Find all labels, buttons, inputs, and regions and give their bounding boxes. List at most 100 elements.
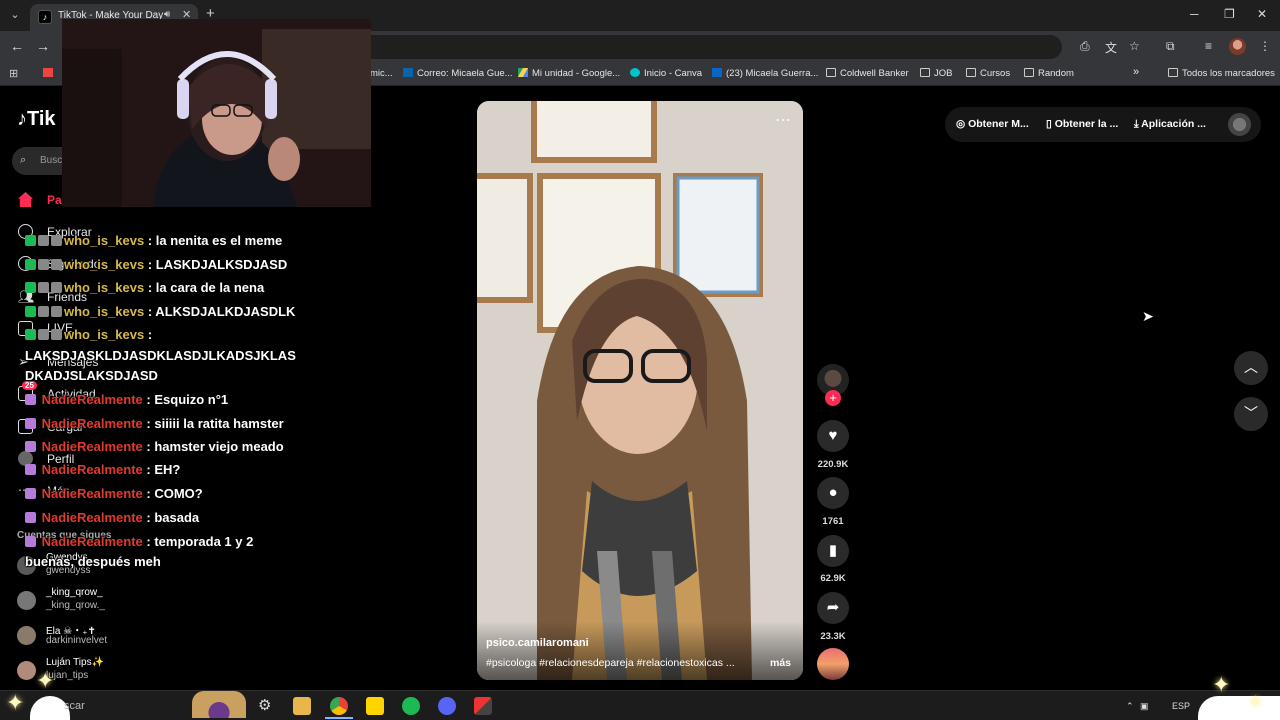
share-button[interactable]: ➦ — [817, 592, 849, 624]
like-button[interactable]: ♥ — [817, 420, 849, 452]
bookmark-item[interactable]: mic... — [370, 68, 393, 79]
bookmarks-overflow-button[interactable]: » — [1133, 66, 1139, 78]
tiktok-icon: ♪ — [38, 10, 52, 24]
search-placeholder: Busc — [40, 155, 63, 166]
bookmark-folder[interactable]: Coldwell Banker — [826, 68, 909, 79]
subscriber-badge-icon — [25, 418, 36, 429]
outlook-icon — [403, 68, 413, 77]
checkmark-icon — [25, 306, 36, 317]
tiktok-logo[interactable]: ♪Tik — [17, 108, 56, 131]
bookmark-folder[interactable]: JOB — [920, 68, 952, 79]
obs-icon[interactable] — [474, 697, 492, 715]
checkmark-icon — [25, 282, 36, 293]
video-frame — [477, 101, 803, 680]
chrome-icon[interactable] — [330, 697, 348, 715]
bookmark-folder[interactable]: Cursos — [966, 68, 1010, 79]
sparkle-icon: ✦ — [6, 690, 25, 715]
avatar[interactable] — [17, 591, 36, 610]
bookmark-item[interactable]: (23) Micaela Guerra... — [712, 68, 818, 79]
phone-icon: ▯ — [1046, 118, 1055, 130]
kebab-menu-icon[interactable]: ⋮ — [1259, 39, 1271, 53]
webcam-image — [62, 19, 371, 207]
chat-message: NadieRealmente : COMO? — [25, 486, 203, 501]
apps-grid-icon[interactable]: ⊞ — [9, 67, 18, 80]
bookmark-item[interactable]: Inicio - Canva — [630, 68, 702, 79]
install-app-icon[interactable]: ⎙ — [1080, 39, 1090, 54]
all-bookmarks-folder[interactable]: Todos los marcadores — [1168, 68, 1275, 79]
clapperboard-icon — [51, 235, 62, 246]
following-name[interactable]: Luján Tips✨ — [46, 657, 104, 668]
translate-icon[interactable]: 文 — [1105, 39, 1117, 56]
nav-home[interactable]: Pa — [47, 193, 62, 207]
chat-message: NadieRealmente : EH? — [25, 462, 180, 477]
folder-icon — [1168, 68, 1178, 77]
mouse-cursor-icon: ➤ — [1142, 308, 1154, 324]
discord-icon[interactable] — [438, 697, 456, 715]
taskbar-search[interactable]: scar — [64, 700, 85, 712]
sticky-notes-icon[interactable] — [366, 697, 384, 715]
sparkle-icon: ✦ — [36, 668, 55, 693]
comment-button[interactable]: ● — [817, 477, 849, 509]
next-video-button[interactable]: ﹀ — [1234, 397, 1268, 431]
active-app-indicator — [325, 717, 353, 719]
folder-icon — [966, 68, 976, 77]
previous-video-button[interactable]: ︿ — [1234, 351, 1268, 385]
extensions-icon[interactable]: ⧉ — [1166, 39, 1175, 54]
expand-description-link[interactable]: más — [770, 657, 791, 669]
comment-count: 1761 — [822, 516, 844, 527]
bookmark-folder[interactable]: Random — [1024, 68, 1074, 79]
camera-icon — [38, 282, 49, 293]
bookmark-item[interactable] — [43, 68, 57, 79]
sparkle-icon: ✦ — [1212, 672, 1231, 697]
subscriber-badge-icon — [25, 464, 36, 475]
comment-icon: ● — [828, 484, 838, 501]
tab-search-button[interactable]: ⌄ — [6, 6, 24, 24]
star-icon[interactable]: ☆ — [1129, 39, 1140, 53]
video-player[interactable] — [477, 101, 803, 680]
webcam-overlay — [62, 19, 371, 207]
video-menu-icon[interactable]: ⋯ — [775, 110, 791, 130]
subscriber-badge-icon — [25, 488, 36, 499]
desktop-app-button[interactable]: ⤓ Aplicación ... — [1134, 118, 1206, 131]
checkmark-icon — [25, 235, 36, 246]
spotify-icon[interactable] — [402, 697, 420, 715]
minimize-button[interactable]: ─ — [1190, 7, 1199, 21]
restore-button[interactable]: ❐ — [1224, 7, 1235, 21]
video-hashtags[interactable]: #psicologa #relacionesdepareja #relacion… — [486, 657, 735, 669]
coin-icon: ◎ — [956, 118, 969, 130]
avatar[interactable] — [1228, 113, 1251, 136]
bookmark-item[interactable]: Correo: Micaela Gue... — [403, 68, 513, 79]
get-app-button[interactable]: ▯ Obtener la ... — [1046, 118, 1118, 130]
avatar[interactable] — [17, 661, 36, 680]
save-button[interactable]: ▮ — [817, 535, 849, 567]
bookmark-item[interactable]: Mi unidad - Google... — [518, 68, 620, 79]
chevron-down-icon: ﹀ — [1244, 405, 1258, 421]
chevron-up-icon[interactable]: ⌃ — [1126, 701, 1134, 712]
gear-icon[interactable]: ⚙ — [258, 697, 276, 715]
window-close-button[interactable]: ✕ — [1257, 7, 1267, 21]
heart-icon: ♥ — [828, 427, 838, 444]
follow-button[interactable]: + — [825, 390, 841, 406]
avatar[interactable] — [17, 626, 36, 645]
chevron-up-icon: ︿ — [1244, 359, 1258, 375]
video-author[interactable]: psico.camilaromani — [486, 637, 589, 649]
like-count: 220.9K — [817, 459, 849, 470]
folder-icon — [920, 68, 930, 77]
subscriber-badge-icon — [25, 441, 36, 452]
music-disc[interactable] — [817, 648, 849, 680]
network-icon[interactable]: ▣ — [1140, 701, 1149, 712]
get-coins-button[interactable]: ◎ Obtener M... — [956, 118, 1029, 130]
arrow-left-icon[interactable]: ← — [10, 38, 24, 54]
search-highlight-image — [192, 691, 246, 718]
file-explorer-icon[interactable] — [293, 697, 311, 715]
language-indicator[interactable]: ESP — [1172, 701, 1190, 711]
following-name[interactable]: _king_qrow_ — [46, 587, 103, 598]
reading-list-icon[interactable]: ≡ — [1205, 39, 1212, 53]
chat-message: NadieRealmente : hamster viejo meado — [25, 439, 284, 454]
sparkle-icon: ✦ — [1248, 692, 1264, 712]
canva-icon — [630, 68, 640, 77]
checkmark-icon — [25, 259, 36, 270]
avatar[interactable] — [1229, 38, 1246, 55]
camera-icon — [38, 259, 49, 270]
arrow-right-icon[interactable]: → — [36, 38, 50, 54]
